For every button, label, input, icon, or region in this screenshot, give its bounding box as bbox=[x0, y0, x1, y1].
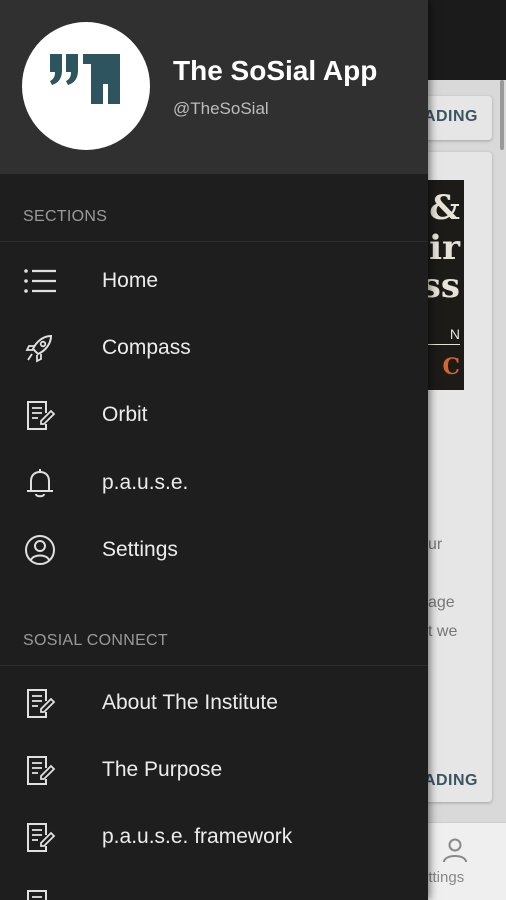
section-header-sosial-connect: SOSIAL CONNECT bbox=[0, 600, 428, 666]
menu-item-label: p.a.u.s.e. framework bbox=[102, 825, 293, 848]
menu-item-pause-framework[interactable]: p.a.u.s.e. framework bbox=[0, 804, 428, 871]
background-text-2: age bbox=[428, 594, 455, 611]
cover-text-4: N bbox=[449, 326, 460, 342]
rocket-icon bbox=[25, 334, 53, 363]
menu-item-label: Orbit bbox=[102, 403, 148, 426]
edit-note-icon bbox=[27, 823, 56, 852]
background-reading-button[interactable]: ADING bbox=[424, 108, 478, 126]
menu-item-compass[interactable]: Compass bbox=[0, 315, 428, 382]
list-icon bbox=[24, 269, 56, 293]
edit-note-icon bbox=[27, 689, 56, 718]
cover-text-2: ir bbox=[429, 228, 460, 268]
app-title: The SoSial App bbox=[173, 55, 378, 86]
section-header-label: SECTIONS bbox=[23, 208, 108, 225]
background-scroll-indicator bbox=[500, 80, 504, 150]
menu-item-label: Compass bbox=[102, 336, 191, 359]
bell-icon bbox=[27, 469, 53, 498]
menu-item-label: The Purpose bbox=[102, 758, 223, 781]
app-logo-icon bbox=[50, 54, 120, 104]
menu-item-partial[interactable] bbox=[0, 871, 428, 900]
menu-item-label: Home bbox=[102, 269, 159, 292]
user-circle-icon bbox=[25, 535, 55, 565]
background-text-3: t we bbox=[428, 623, 458, 640]
background-reading-button-2[interactable]: ADING bbox=[424, 772, 478, 790]
cover-text-1: & bbox=[429, 188, 460, 228]
app-logo-avatar bbox=[22, 22, 150, 150]
edit-note-icon bbox=[27, 756, 56, 785]
menu-item-the-purpose[interactable]: The Purpose bbox=[0, 737, 428, 804]
menu-item-about-the-institute[interactable]: About The Institute bbox=[0, 670, 428, 737]
section-header-label: SOSIAL CONNECT bbox=[23, 632, 168, 649]
menu-item-home[interactable]: Home bbox=[0, 248, 428, 315]
navigation-drawer: The SoSial App @TheSoSial SECTIONS Home … bbox=[0, 0, 428, 900]
edit-note-icon bbox=[27, 401, 56, 430]
app-handle: @TheSoSial bbox=[173, 99, 269, 118]
drawer-header: The SoSial App @TheSoSial bbox=[0, 0, 428, 174]
menu-item-label: p.a.u.s.e. bbox=[102, 471, 189, 494]
cover-text-5: C bbox=[442, 354, 460, 380]
menu-item-pause[interactable]: p.a.u.s.e. bbox=[0, 450, 428, 517]
menu-item-orbit[interactable]: Orbit bbox=[0, 382, 428, 449]
menu-item-label: Settings bbox=[102, 538, 178, 561]
section-header-sections: SECTIONS bbox=[0, 176, 428, 242]
menu-item-settings[interactable]: Settings bbox=[0, 517, 428, 584]
person-icon[interactable] bbox=[442, 837, 468, 863]
menu-item-label: About The Institute bbox=[102, 691, 278, 714]
edit-note-icon bbox=[27, 890, 47, 900]
background-text-1: ur bbox=[428, 536, 443, 553]
